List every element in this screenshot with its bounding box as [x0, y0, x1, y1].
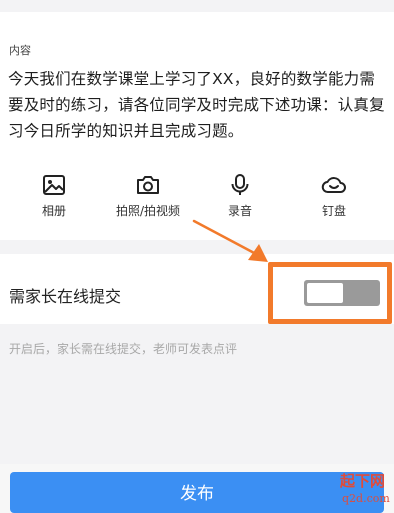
attach-album-button[interactable]: 相册	[4, 174, 104, 224]
annotation-highlight-box	[268, 262, 392, 324]
microphone-icon	[229, 174, 251, 196]
camera-icon	[135, 174, 161, 196]
attach-camera-label: 拍照/拍视频	[115, 204, 181, 218]
annotation-arrow-icon	[190, 218, 272, 268]
content-section-label: 内容	[9, 44, 31, 57]
attach-record-button[interactable]: 录音	[190, 174, 290, 224]
attach-record-label: 录音	[227, 204, 252, 218]
attach-dingpan-label: 钉盘	[321, 204, 346, 218]
attach-dingpan-button[interactable]: 钉盘	[284, 174, 384, 224]
content-textarea[interactable]: 今天我们在数学课堂上学习了XX，良好的数学能力需要及时的练习，请各位同学及时完成…	[8, 66, 386, 144]
attach-album-label: 相册	[41, 204, 66, 218]
cloud-icon	[321, 174, 347, 196]
watermark-top-text: 起下网	[340, 472, 386, 490]
image-icon	[42, 174, 66, 196]
parent-submit-label: 需家长在线提交	[9, 287, 122, 306]
watermark-logo: 起下网 q2d.com	[332, 468, 392, 512]
watermark-bottom-text: q2d.com	[342, 492, 390, 505]
parent-submit-hint: 开启后，家长需在线提交，老师可发表点评	[9, 342, 238, 356]
attach-camera-button[interactable]: 拍照/拍视频	[98, 174, 198, 224]
top-spacer	[0, 0, 394, 12]
publish-button[interactable]: 发布	[10, 472, 384, 513]
